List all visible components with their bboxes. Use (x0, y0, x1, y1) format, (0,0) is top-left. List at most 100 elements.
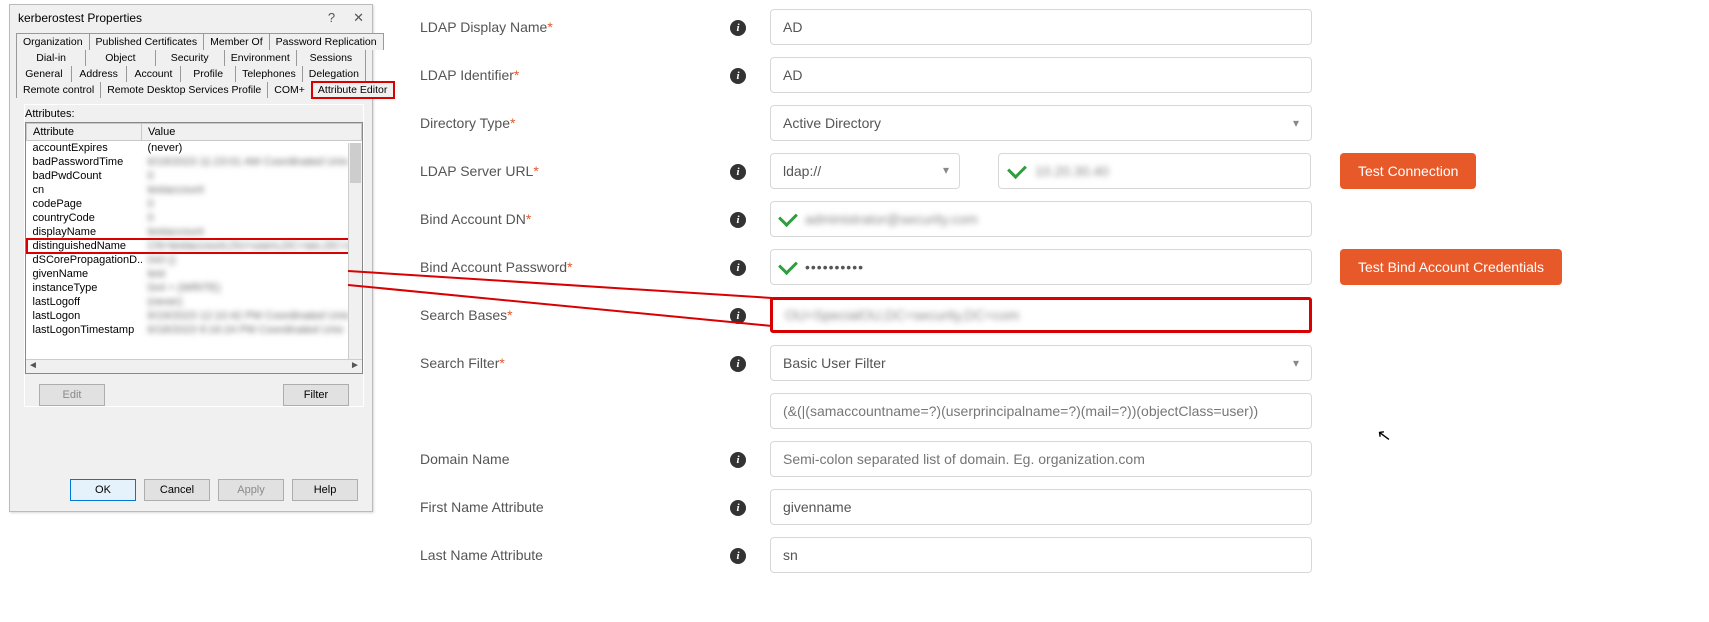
info-icon[interactable]: i (730, 20, 746, 36)
search-bases-input[interactable]: OU=SpecialOU,DC=security,DC=com (770, 297, 1312, 333)
ldap-config-form: LDAP Display Name* i LDAP Identifier* i … (420, 5, 1699, 622)
directory-type-label: Directory Type (420, 115, 510, 131)
tab-remote-control[interactable]: Remote control (16, 82, 101, 98)
table-row[interactable]: countryCode0 (27, 211, 362, 225)
attr-value: 0x4 = (WRITE) (142, 281, 362, 295)
table-row[interactable]: givenNametest (27, 267, 362, 281)
col-attribute[interactable]: Attribute (27, 124, 142, 141)
scroll-left-icon[interactable]: ◄ (26, 360, 40, 373)
attr-name: lastLogon (27, 309, 142, 323)
table-row[interactable]: instanceType0x4 = (WRITE) (27, 281, 362, 295)
tab-delegation[interactable]: Delegation (303, 66, 366, 82)
help-icon[interactable]: ? (328, 10, 335, 26)
attr-value: 6/19/2023 11:23:01 AM Coordinated Univ (142, 155, 362, 169)
info-icon[interactable]: i (730, 260, 746, 276)
table-row[interactable]: distinguishedNameCN=testaccount,OU=users… (27, 239, 362, 253)
bind-account-dn-value: administrator@security.com (805, 211, 978, 227)
search-filter-label: Search Filter (420, 355, 499, 371)
attributes-table[interactable]: Attribute Value accountExpires(never)bad… (26, 123, 362, 337)
tab-remote-desktop-services-profile[interactable]: Remote Desktop Services Profile (101, 82, 268, 98)
last-name-attribute-input[interactable] (770, 537, 1312, 573)
test-connection-button[interactable]: Test Connection (1340, 153, 1476, 189)
tab-address[interactable]: Address (72, 66, 127, 82)
bind-account-dn-label: Bind Account DN (420, 211, 526, 227)
ok-button[interactable]: OK (70, 479, 136, 501)
first-name-attribute-input[interactable] (770, 489, 1312, 525)
apply-button[interactable]: Apply (218, 479, 284, 501)
scrollbar-thumb[interactable] (350, 143, 361, 183)
attr-name: countryCode (27, 211, 142, 225)
directory-type-select[interactable]: Active Directory (770, 105, 1312, 141)
tab-dial-in[interactable]: Dial-in (16, 50, 86, 66)
table-row[interactable]: lastLogonTimestamp6/18/2023 9:16:24 PM C… (27, 323, 362, 337)
bind-account-dn-input[interactable]: administrator@security.com (770, 201, 1312, 237)
directory-type-value: Active Directory (783, 115, 881, 131)
info-icon[interactable]: i (730, 356, 746, 372)
tab-general[interactable]: General (16, 66, 72, 82)
tab-attribute-editor[interactable]: Attribute Editor (312, 82, 394, 98)
search-filter-value: Basic User Filter (783, 355, 886, 371)
col-value[interactable]: Value (142, 124, 362, 141)
attr-name: badPasswordTime (27, 155, 142, 169)
tab-organization[interactable]: Organization (16, 33, 90, 50)
domain-name-label: Domain Name (420, 451, 509, 467)
scroll-right-icon[interactable]: ► (348, 360, 362, 373)
tab-account[interactable]: Account (127, 66, 182, 82)
tab-password-replication[interactable]: Password Replication (270, 33, 384, 50)
test-bind-credentials-button[interactable]: Test Bind Account Credentials (1340, 249, 1562, 285)
attr-value: 6/18/2023 9:16:24 PM Coordinated Univ (142, 323, 362, 337)
attr-value: 0 (142, 197, 362, 211)
tab-security[interactable]: Security (156, 50, 225, 66)
ldap-display-name-input[interactable] (770, 9, 1312, 45)
tab-published-certificates[interactable]: Published Certificates (90, 33, 205, 50)
help-button[interactable]: Help (292, 479, 358, 501)
ldap-protocol-select[interactable]: ldap:// (770, 153, 960, 189)
dialog-tabstrip: OrganizationPublished CertificatesMember… (16, 33, 366, 98)
domain-name-input[interactable] (770, 441, 1312, 477)
attr-name: cn (27, 183, 142, 197)
ldap-host-value: 10.20.30.40 (1035, 163, 1109, 179)
table-row[interactable]: badPasswordTime6/19/2023 11:23:01 AM Coo… (27, 155, 362, 169)
table-row[interactable]: accountExpires(never) (27, 141, 362, 156)
tab-object[interactable]: Object (86, 50, 155, 66)
edit-button[interactable]: Edit (39, 384, 105, 406)
table-row[interactable]: lastLogon6/19/2023 12:10:42 PM Coordinat… (27, 309, 362, 323)
attributes-label: Attributes: (25, 108, 363, 120)
info-icon[interactable]: i (730, 452, 746, 468)
close-icon[interactable]: ✕ (353, 10, 364, 26)
ldap-host-input[interactable]: 10.20.30.40 (998, 153, 1311, 189)
tab-com-[interactable]: COM+ (268, 82, 312, 98)
tab-sessions[interactable]: Sessions (297, 50, 366, 66)
search-filter-expression-input[interactable] (770, 393, 1312, 429)
vertical-scrollbar[interactable] (348, 143, 362, 359)
bind-account-password-input[interactable]: •••••••••• (770, 249, 1312, 285)
search-bases-label: Search Bases (420, 307, 507, 323)
search-filter-select[interactable]: Basic User Filter (770, 345, 1312, 381)
table-row[interactable]: badPwdCount0 (27, 169, 362, 183)
filter-button[interactable]: Filter (283, 384, 349, 406)
table-row[interactable]: lastLogoff(never) (27, 295, 362, 309)
attribute-editor-pane: Attributes: Attribute Value accountExpir… (24, 104, 364, 407)
attr-value: 0 (142, 211, 362, 225)
tab-telephones[interactable]: Telephones (236, 66, 303, 82)
info-icon[interactable]: i (730, 548, 746, 564)
info-icon[interactable]: i (730, 68, 746, 84)
cancel-button[interactable]: Cancel (144, 479, 210, 501)
table-row[interactable]: displayNametestaccount (27, 225, 362, 239)
horizontal-scrollbar[interactable]: ◄ ► (26, 359, 362, 373)
ldap-identifier-input[interactable] (770, 57, 1312, 93)
attr-value: testaccount (142, 225, 362, 239)
tab-profile[interactable]: Profile (181, 66, 236, 82)
info-icon[interactable]: i (730, 212, 746, 228)
info-icon[interactable]: i (730, 164, 746, 180)
attr-name: accountExpires (27, 141, 142, 156)
table-row[interactable]: codePage0 (27, 197, 362, 211)
info-icon[interactable]: i (730, 500, 746, 516)
table-row[interactable]: cntestaccount (27, 183, 362, 197)
ldap-identifier-label: LDAP Identifier (420, 67, 514, 83)
attr-value: testaccount (142, 183, 362, 197)
table-row[interactable]: dSCorePropagationD...0x0 () (27, 253, 362, 267)
tab-member-of[interactable]: Member Of (204, 33, 270, 50)
info-icon[interactable]: i (730, 308, 746, 324)
tab-environment[interactable]: Environment (225, 50, 297, 66)
